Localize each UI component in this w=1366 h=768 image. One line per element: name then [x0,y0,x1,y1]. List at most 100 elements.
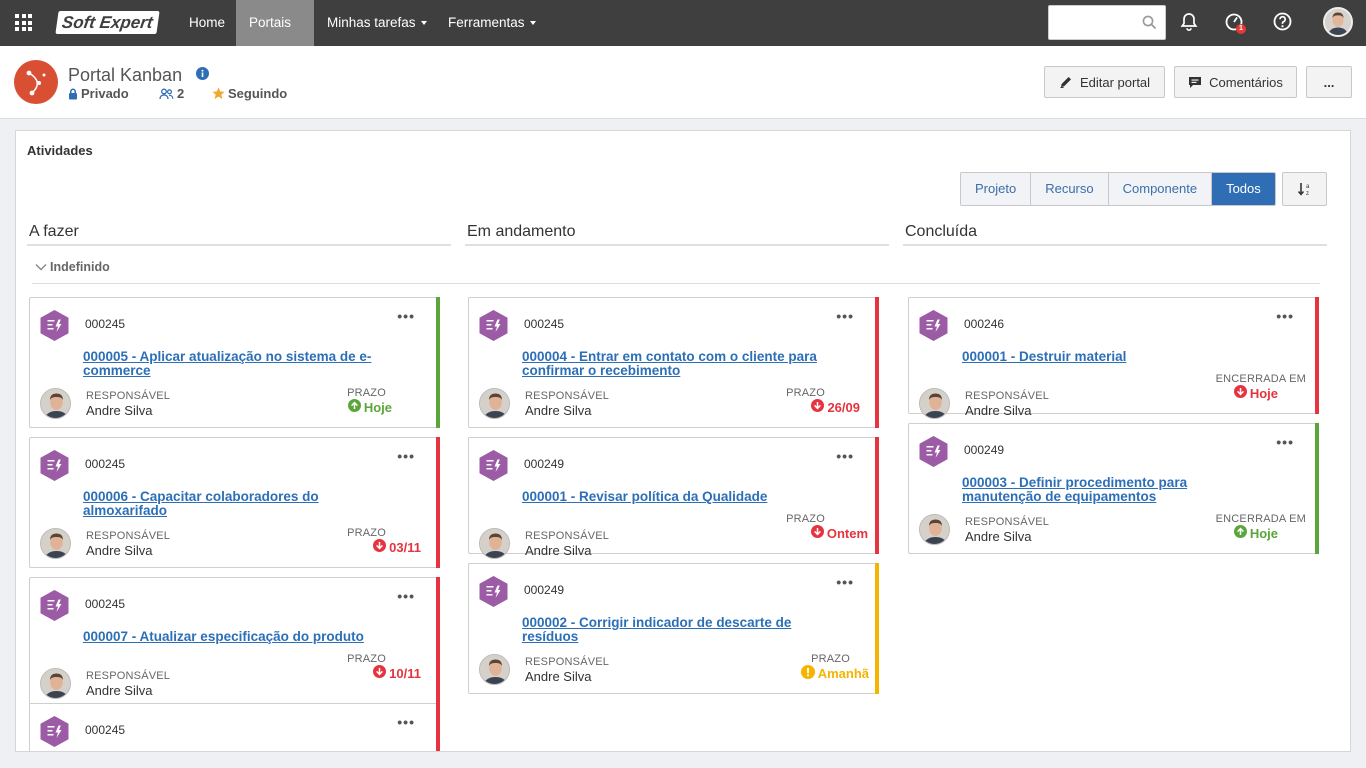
search-field[interactable] [1048,5,1166,40]
deadline-value: Hoje [1233,385,1278,401]
card-menu-button[interactable]: ••• [836,448,854,464]
responsible-label: RESPONSÁVEL [525,390,610,402]
status-bar [1315,297,1319,414]
chevron-down-icon [35,264,47,271]
responsible-name: Andre Silva [86,543,153,558]
panel-title: Atividades [27,143,93,158]
help-icon[interactable] [1273,12,1292,31]
activity-title-link[interactable]: 000007 - Atualizar especificação do prod… [83,630,383,644]
deadline-label: ENCERRADA EM [1215,373,1306,385]
deadline-label: ENCERRADA EM [1215,513,1306,525]
card-menu-button[interactable]: ••• [397,588,415,604]
card-menu-button[interactable]: ••• [1276,308,1294,324]
filter-todos[interactable]: Todos [1212,173,1275,205]
responsible-label: RESPONSÁVEL [86,670,171,682]
activity-title-link[interactable]: 000004 - Entrar em contato com o cliente… [522,350,822,378]
nav-home[interactable]: Home [176,0,238,46]
filter-projeto[interactable]: Projeto [961,173,1032,205]
responsible-name: Andre Silva [86,683,153,698]
card-menu-button[interactable]: ••• [1276,434,1294,450]
activity-card[interactable]: 000245 ••• 000005 - Aplicar atualização no… [29,297,440,428]
arrow-down-circle-icon [373,665,387,681]
activity-code: 000249 [524,457,565,471]
user-avatar[interactable] [1323,7,1353,37]
activity-title-link[interactable]: 000001 - Revisar política da Qualidade [522,490,822,504]
status-bar [436,437,440,568]
filter-componente[interactable]: Componente [1108,173,1213,205]
members-count[interactable]: 2 [159,86,184,101]
nav-ferramentas[interactable]: Ferramentas [435,0,549,46]
star-icon [212,87,225,99]
arrow-down-circle-icon [373,539,387,555]
activity-card[interactable]: 000245 ••• 000007 - Atualizar especificaçã… [29,577,440,708]
arrow-up-circle-icon [1233,525,1247,541]
activity-title-link[interactable]: 000001 - Destruir material [962,350,1262,364]
deadline-label: PRAZO [811,653,850,665]
bell-icon[interactable] [1180,12,1198,32]
activity-title-link[interactable]: 000005 - Aplicar atualização no sistema … [83,350,383,378]
filter-recurso[interactable]: Recurso [1031,173,1109,205]
activity-type-icon [39,309,70,347]
deadline-value: Ontem [810,525,868,541]
following-status[interactable]: Seguindo [212,86,287,101]
nav-portais[interactable]: Portais [236,0,314,72]
deadline-value: Amanhã [800,665,869,682]
deadline-value: Hoje [1233,525,1278,541]
activity-card[interactable]: 000249 ••• 000002 - Corrigir indicador de … [468,563,879,694]
responsible-name: Andre Silva [965,529,1032,544]
activities-panel: Atividades Projeto Recurso Componente To… [15,130,1351,752]
card-menu-button[interactable]: ••• [397,308,415,324]
card-menu-button[interactable]: ••• [836,308,854,324]
column-title-concluida: Concluída [903,223,1327,246]
avatar [919,514,950,545]
activity-card[interactable]: 000249 ••• 000001 - Revisar política da Qu… [468,437,879,559]
activity-type-icon [39,589,70,627]
avatar [40,388,71,419]
column-title-a-fazer: A fazer [27,223,451,246]
status-bar [436,297,440,428]
activity-code: 000249 [964,443,1005,457]
avatar [479,654,510,685]
edit-portal-button[interactable]: Editar portal [1044,66,1165,98]
activity-card[interactable]: 000249 ••• 000003 - Definir procedimento p… [908,423,1319,554]
more-options-button[interactable]: ... [1306,66,1352,98]
activity-card[interactable]: 000245 ••• 000006 - Capacitar colaboradore… [29,437,440,568]
comments-button[interactable]: Comentários [1174,66,1297,98]
responsible-label: RESPONSÁVEL [965,390,1050,402]
lock-icon [69,87,77,99]
status-bar [875,437,879,554]
chevron-down-icon [529,21,536,26]
avatar [479,528,510,559]
activity-title-link[interactable]: 000002 - Corrigir indicador de descarte … [522,616,822,644]
activity-code: 000245 [85,723,126,737]
card-menu-button[interactable]: ••• [397,714,415,730]
comment-icon [1189,76,1202,88]
responsible-name: Andre Silva [525,543,592,558]
arrow-up-circle-icon [347,399,361,415]
activity-type-icon [918,309,949,347]
apps-grid-icon[interactable] [15,14,32,31]
search-icon[interactable] [1142,15,1157,30]
svg-text:a: a [1306,184,1310,190]
info-icon[interactable] [196,67,209,80]
responsible-label: RESPONSÁVEL [86,530,171,542]
activity-code: 000245 [524,317,565,331]
card-menu-button[interactable]: ••• [836,574,854,590]
search-input[interactable] [1055,6,1145,37]
svg-text:z: z [1306,191,1309,196]
activity-card[interactable]: 000246 ••• 000001 - Destruir material RESPO… [908,297,1319,419]
activity-card[interactable]: 000245 ••• [29,703,440,751]
card-menu-button[interactable]: ••• [397,448,415,464]
activity-card[interactable]: 000245 ••• 000004 - Entrar em contato com … [468,297,879,428]
status-bar [875,297,879,428]
nav-minhas-tarefas[interactable]: Minhas tarefas [314,0,440,46]
activity-code: 000245 [85,597,126,611]
activity-title-link[interactable]: 000003 - Definir procedimento para manut… [962,476,1262,504]
activity-title-link[interactable]: 000006 - Capacitar colaboradores do almo… [83,490,383,518]
activity-type-icon [39,449,70,487]
sort-button[interactable]: az [1282,172,1327,206]
users-icon [159,88,174,99]
group-header[interactable]: Indefinido [32,260,1320,284]
softexpert-logo[interactable]: Soft Expert [55,11,160,34]
deadline-value: Hoje [347,399,392,415]
